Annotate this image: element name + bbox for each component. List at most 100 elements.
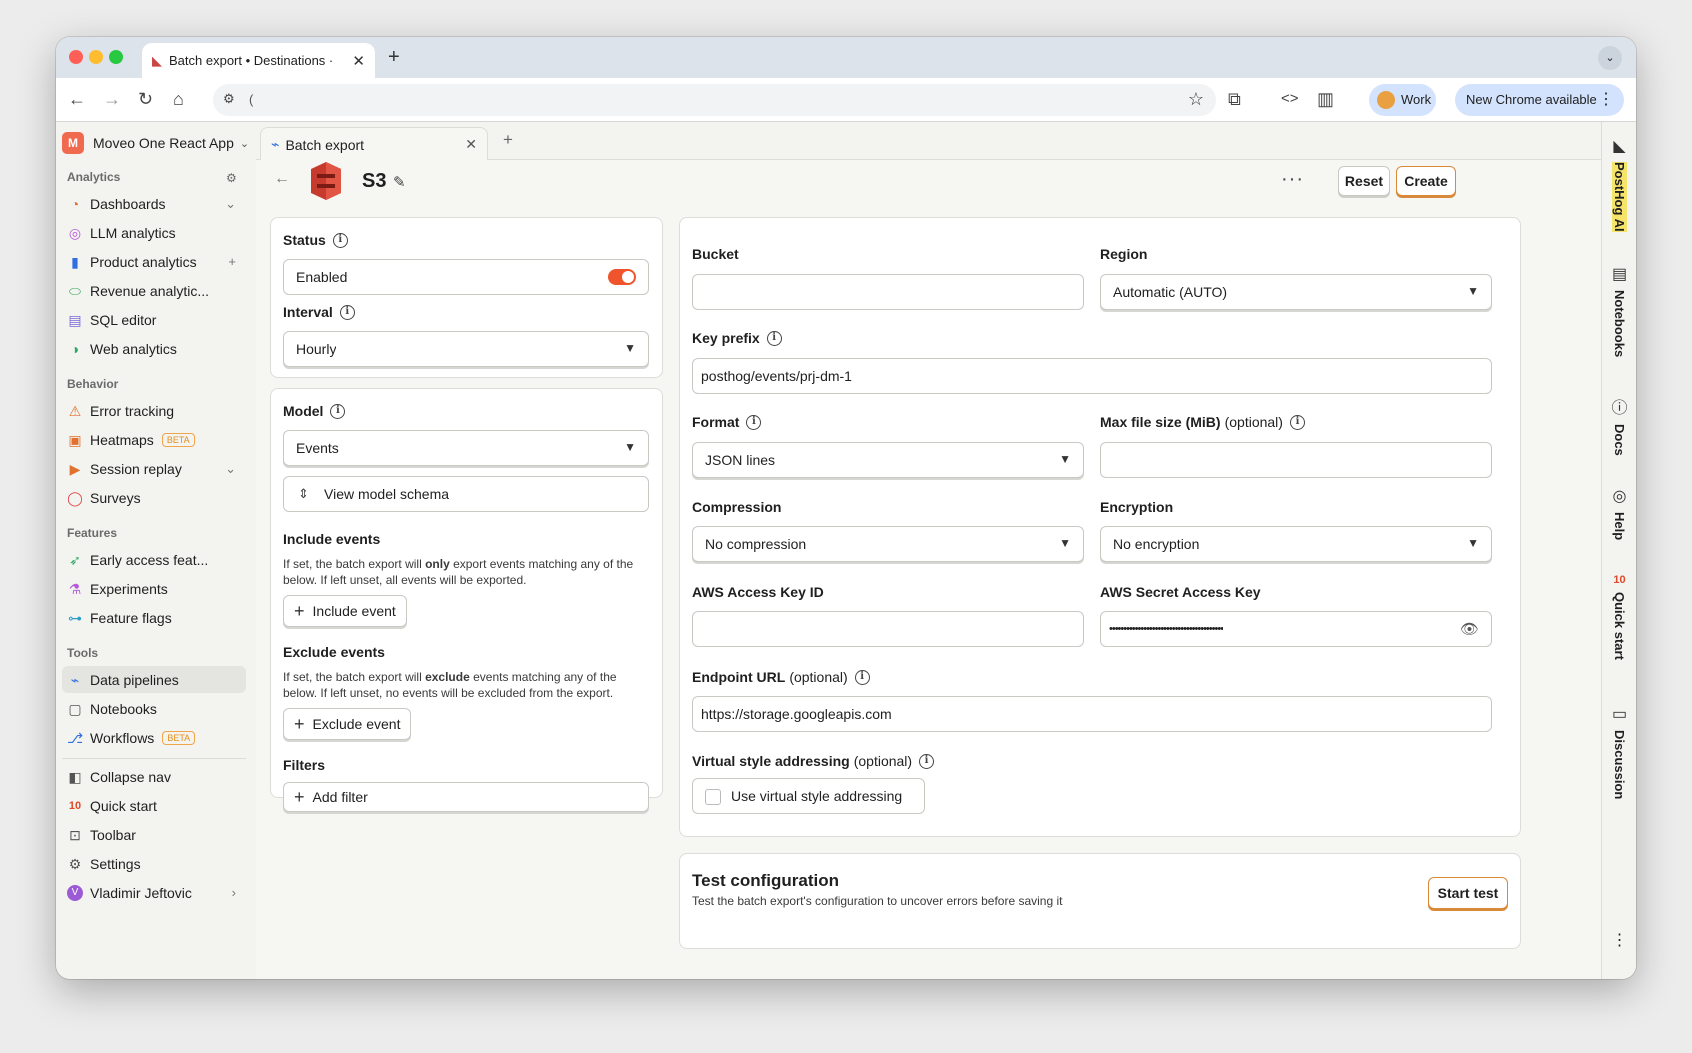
access-key-input[interactable] bbox=[692, 611, 1084, 647]
secret-key-input[interactable]: ••••••••••••••••••••••••••••••••••••••••… bbox=[1100, 611, 1492, 647]
sidebar-item-surveys[interactable]: ◯ Surveys bbox=[62, 484, 246, 511]
new-tab-button[interactable]: + bbox=[388, 46, 400, 69]
key-prefix-input[interactable]: posthog/events/prj-dm-1 bbox=[692, 358, 1492, 394]
posthog-app: M Moveo One React App ⌄ Analytics ⚙ ◔ Das… bbox=[56, 122, 1636, 979]
right-item-discussion[interactable]: ▭ Discussion bbox=[1602, 704, 1636, 799]
sidebar-item-error-tracking[interactable]: ⚠ Error tracking bbox=[62, 397, 246, 424]
chrome-update-button[interactable]: New Chrome available ⋮ bbox=[1455, 84, 1624, 116]
status-card: Status i Enabled Interval i Hourly ▼ bbox=[270, 217, 663, 378]
info-icon[interactable]: i bbox=[766, 330, 782, 346]
close-window-button[interactable] bbox=[69, 50, 83, 64]
add-filter-button[interactable]: + Add filter bbox=[283, 782, 649, 812]
close-icon[interactable]: ✕ bbox=[465, 136, 477, 153]
profile-button[interactable]: Work bbox=[1369, 84, 1436, 116]
new-app-tab-button[interactable]: + bbox=[503, 130, 513, 150]
minimize-window-button[interactable] bbox=[89, 50, 103, 64]
region-select[interactable]: Automatic (AUTO) ▼ bbox=[1100, 274, 1492, 310]
bucket-input[interactable] bbox=[692, 274, 1084, 310]
right-item-docs[interactable]: ⓘ Docs bbox=[1602, 394, 1636, 456]
encryption-select[interactable]: No encryption ▼ bbox=[1100, 526, 1492, 562]
sidebar-item-heatmaps[interactable]: ▣ Heatmaps BETA bbox=[62, 426, 246, 453]
right-item-quick-start[interactable]: 10 Quick start bbox=[1602, 574, 1636, 660]
info-icon[interactable]: i bbox=[854, 669, 870, 685]
info-icon[interactable]: i bbox=[339, 304, 355, 320]
sidebar-item-session-replay[interactable]: ▶ Session replay ⌄ bbox=[62, 455, 246, 482]
profile-avatar bbox=[1377, 91, 1395, 109]
edit-pencil-icon[interactable]: ✎ bbox=[393, 173, 406, 191]
virtual-style-checkbox-row[interactable]: Use virtual style addressing bbox=[692, 778, 925, 814]
model-select[interactable]: Events ▼ bbox=[283, 430, 649, 466]
format-select[interactable]: JSON lines ▼ bbox=[692, 442, 1084, 478]
section-features: Features bbox=[67, 526, 118, 540]
compression-select[interactable]: No compression ▼ bbox=[692, 526, 1084, 562]
more-vertical-icon[interactable]: ⋮ bbox=[1602, 930, 1636, 950]
include-event-button[interactable]: + Include event bbox=[283, 595, 407, 627]
back-arrow-icon[interactable]: ← bbox=[274, 170, 290, 188]
flask-icon: ⚗ bbox=[68, 580, 82, 597]
right-item-notebooks[interactable]: ▤ Notebooks bbox=[1602, 264, 1636, 357]
sidebar-item-workflows[interactable]: ⎇ Workflows BETA bbox=[62, 724, 246, 751]
start-test-button[interactable]: Start test bbox=[1428, 877, 1508, 909]
reset-button[interactable]: Reset bbox=[1338, 166, 1390, 196]
lifebuoy-icon: ◎ bbox=[1612, 488, 1627, 505]
sidebar-item-revenue-analytics[interactable]: ⬭ Revenue analytic... bbox=[62, 277, 246, 304]
sidebar-item-sql-editor[interactable]: ▤ SQL editor bbox=[62, 306, 246, 333]
enabled-toggle-row[interactable]: Enabled bbox=[283, 259, 649, 295]
side-panel-icon[interactable]: ▥ bbox=[1317, 88, 1334, 110]
tab-batch-export[interactable]: ⌁ Batch export ✕ bbox=[260, 127, 488, 161]
plus-icon[interactable]: + bbox=[228, 254, 236, 269]
info-icon[interactable]: i bbox=[919, 753, 935, 769]
exclude-event-button[interactable]: + Exclude event bbox=[283, 708, 412, 740]
sidebar-item-product-analytics[interactable]: ▮ Product analytics + bbox=[62, 248, 246, 275]
endpoint-url-input[interactable]: https://storage.googleapis.com bbox=[692, 696, 1492, 732]
close-tab-icon[interactable]: ✕ bbox=[352, 52, 365, 70]
chevron-down-icon[interactable]: ⌄ bbox=[225, 196, 236, 212]
sidebar-item-collapse-nav[interactable]: ◧ Collapse nav bbox=[62, 763, 246, 790]
chevron-down-icon[interactable]: ⌄ bbox=[225, 461, 236, 477]
project-switcher[interactable]: M Moveo One React App ⌄ bbox=[62, 130, 250, 156]
sidebar-user[interactable]: V Vladimir Jeftovic › bbox=[62, 879, 246, 906]
maximize-window-button[interactable] bbox=[109, 50, 123, 64]
reload-icon[interactable]: ↻ bbox=[138, 88, 153, 110]
address-bar[interactable]: ⚙ ( ☆ bbox=[213, 84, 1216, 116]
enabled-toggle[interactable] bbox=[608, 269, 636, 285]
sidebar-item-early-access[interactable]: ➶ Early access feat... bbox=[62, 546, 246, 573]
max-file-label-text: Max file size (MiB) bbox=[1100, 414, 1221, 430]
sidebar-item-experiments[interactable]: ⚗ Experiments bbox=[62, 575, 246, 602]
right-item-posthog-ai[interactable]: ◣ PostHog AI bbox=[1602, 136, 1636, 232]
virtual-style-checkbox[interactable] bbox=[705, 789, 721, 805]
sidebar-item-toolbar[interactable]: ⊡ Toolbar bbox=[62, 821, 246, 848]
home-icon[interactable]: ⌂ bbox=[173, 88, 184, 110]
create-button[interactable]: Create bbox=[1396, 166, 1456, 196]
sidebar-item-llm-analytics[interactable]: ◎ LLM analytics bbox=[62, 219, 246, 246]
show-password-eye-icon[interactable]: 👁 bbox=[1460, 620, 1479, 638]
right-item-help[interactable]: ◎ Help bbox=[1602, 486, 1636, 540]
forward-icon[interactable]: → bbox=[103, 88, 121, 110]
sidebar-item-settings[interactable]: ⚙ Settings bbox=[62, 850, 246, 877]
info-icon[interactable]: i bbox=[330, 403, 346, 419]
sidebar-item-notebooks[interactable]: ▢ Notebooks bbox=[62, 695, 246, 722]
user-name: Vladimir Jeftovic bbox=[90, 884, 192, 901]
tab-search-icon[interactable]: ⌄ bbox=[1598, 46, 1622, 70]
bookmark-star-icon[interactable]: ☆ bbox=[1188, 89, 1204, 110]
sidebar-item-label: Workflows bbox=[90, 729, 155, 746]
sidebar-item-feature-flags[interactable]: ⊶ Feature flags bbox=[62, 604, 246, 631]
view-model-schema-button[interactable]: ⇕ View model schema bbox=[283, 476, 649, 512]
extensions-icon[interactable]: ⧉ bbox=[1228, 88, 1241, 110]
back-icon[interactable]: ← bbox=[68, 88, 86, 110]
sidebar-item-web-analytics[interactable]: ◑ Web analytics bbox=[62, 335, 246, 362]
interval-select[interactable]: Hourly ▼ bbox=[283, 331, 649, 367]
sidebar-item-data-pipelines[interactable]: ⌁ Data pipelines bbox=[62, 666, 246, 693]
info-icon[interactable]: i bbox=[332, 232, 348, 248]
site-settings-icon[interactable]: ⚙ bbox=[223, 91, 235, 107]
analytics-settings-icon[interactable]: ⚙ bbox=[226, 171, 237, 185]
max-file-size-input[interactable] bbox=[1100, 442, 1492, 478]
more-options-icon[interactable]: ··· bbox=[1281, 168, 1304, 191]
sidebar-item-dashboards[interactable]: ◔ Dashboards ⌄ bbox=[62, 190, 246, 217]
sidebar-item-quick-start[interactable]: 10 Quick start bbox=[62, 792, 246, 819]
info-icon[interactable]: i bbox=[746, 414, 762, 430]
devtools-icon[interactable]: <> bbox=[1281, 88, 1299, 110]
more-menu-icon[interactable]: ⋮ bbox=[1598, 84, 1614, 116]
info-icon[interactable]: i bbox=[1289, 414, 1305, 430]
browser-tab[interactable]: ◣ Batch export • Destinations · ✕ bbox=[142, 43, 375, 78]
